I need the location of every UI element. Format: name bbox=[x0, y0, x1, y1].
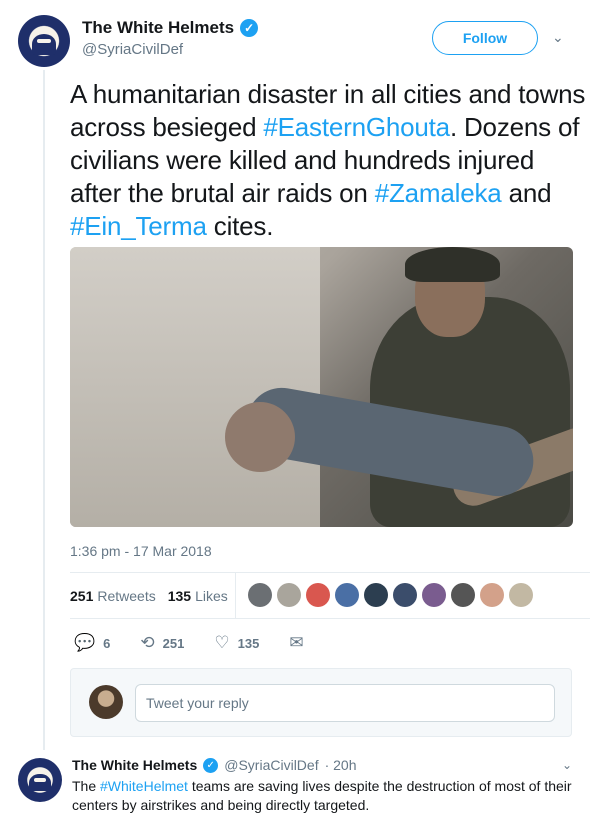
liker-avatar[interactable] bbox=[480, 583, 504, 607]
likers-avatars[interactable] bbox=[248, 583, 533, 607]
liker-avatar[interactable] bbox=[393, 583, 417, 607]
hashtag-link[interactable]: #WhiteHelmet bbox=[100, 778, 188, 794]
user-avatar[interactable] bbox=[89, 685, 123, 719]
liker-avatar[interactable] bbox=[306, 583, 330, 607]
envelope-icon: ✉ bbox=[289, 633, 304, 652]
white-helmets-logo-icon bbox=[31, 33, 57, 55]
reply-author-name[interactable]: The White Helmets bbox=[72, 757, 197, 773]
reply-input[interactable] bbox=[135, 684, 555, 722]
reply-button[interactable]: 💬 6 bbox=[74, 633, 110, 653]
divider bbox=[70, 618, 590, 619]
reply-icon: 💬 bbox=[74, 633, 96, 652]
tweet-timestamp[interactable]: 1:36 pm - 17 Mar 2018 bbox=[70, 543, 212, 559]
reply-tweet-text: The #WhiteHelmet teams are saving lives … bbox=[72, 778, 572, 813]
follow-button[interactable]: Follow bbox=[432, 21, 538, 55]
retweet-button[interactable]: ⟲ 251 bbox=[140, 633, 184, 653]
hashtag-link[interactable]: #Ein_Terma bbox=[70, 211, 207, 241]
heart-icon: ♡ bbox=[214, 633, 230, 652]
likes-stat[interactable]: 135 Likes bbox=[168, 588, 228, 604]
liker-avatar[interactable] bbox=[335, 583, 359, 607]
liker-avatar[interactable] bbox=[509, 583, 533, 607]
author-name[interactable]: The White Helmets ✓ bbox=[82, 18, 259, 38]
chevron-down-icon[interactable]: ⌄ bbox=[562, 758, 572, 772]
reply-author-avatar[interactable] bbox=[18, 758, 62, 802]
author-handle[interactable]: @SyriaCivilDef bbox=[82, 41, 183, 58]
liker-avatar[interactable] bbox=[364, 583, 388, 607]
photo-child-head bbox=[225, 402, 295, 472]
liker-avatar[interactable] bbox=[422, 583, 446, 607]
hashtag-link[interactable]: #Zamaleka bbox=[375, 178, 502, 208]
liker-avatar[interactable] bbox=[277, 583, 301, 607]
reply-time[interactable]: · 20h bbox=[325, 757, 357, 773]
tweet-text: A humanitarian disaster in all cities an… bbox=[70, 79, 586, 241]
like-button[interactable]: ♡ 135 bbox=[214, 633, 259, 653]
photo-cap bbox=[405, 247, 500, 282]
thread-line bbox=[43, 70, 45, 750]
tweet-photo[interactable] bbox=[70, 247, 573, 527]
reply-composer bbox=[70, 668, 572, 737]
liker-avatar[interactable] bbox=[451, 583, 475, 607]
message-button[interactable]: ✉ bbox=[289, 633, 303, 653]
retweets-stat[interactable]: 251 Retweets bbox=[70, 588, 156, 604]
divider bbox=[70, 572, 590, 573]
tweet-stats: 251 Retweets 135 Likes bbox=[70, 588, 228, 604]
divider bbox=[235, 573, 236, 618]
retweet-icon: ⟲ bbox=[140, 633, 155, 652]
hashtag-link[interactable]: #EasternGhouta bbox=[263, 112, 450, 142]
verified-badge-icon: ✓ bbox=[240, 19, 259, 37]
reply-tweet-header: The White Helmets ✓ @SyriaCivilDef · 20h bbox=[72, 757, 357, 773]
white-helmets-logo-icon bbox=[29, 773, 51, 792]
author-avatar[interactable] bbox=[18, 15, 70, 67]
liker-avatar[interactable] bbox=[248, 583, 272, 607]
tweet-actions: 💬 6 ⟲ 251 ♡ 135 ✉ bbox=[74, 633, 334, 653]
verified-badge-icon: ✓ bbox=[203, 757, 219, 773]
chevron-down-icon[interactable]: ⌄ bbox=[552, 29, 564, 46]
reply-author-handle[interactable]: @SyriaCivilDef bbox=[224, 757, 318, 773]
